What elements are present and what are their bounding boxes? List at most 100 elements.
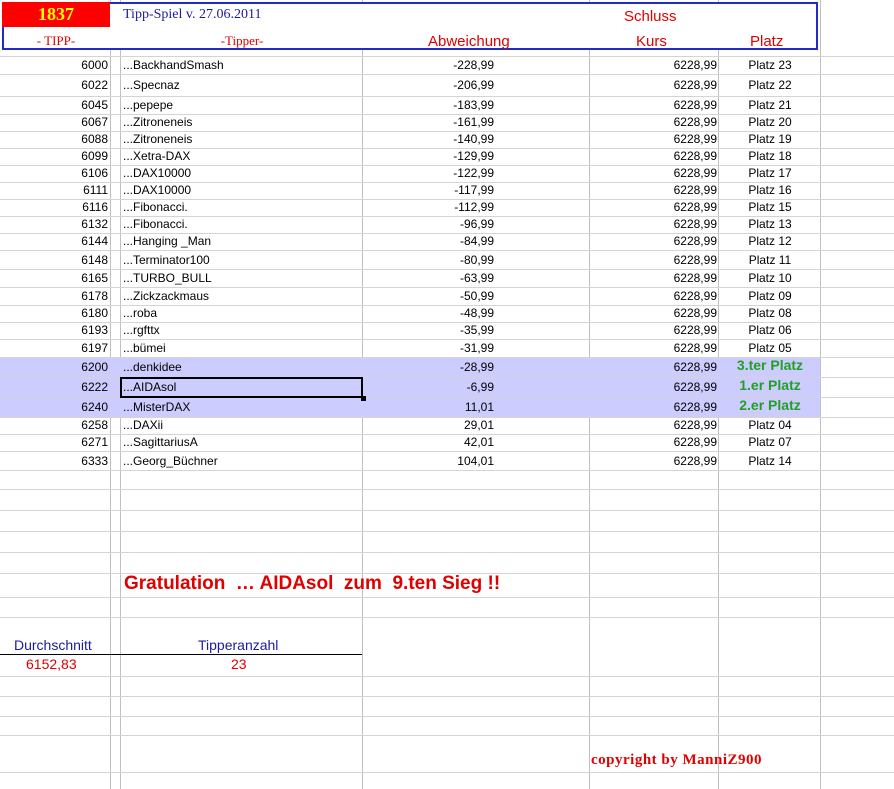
kurs-cell[interactable]: 6228,99: [590, 115, 717, 129]
platz-cell[interactable]: Platz 19: [720, 132, 820, 146]
platz-cell[interactable]: Platz 16: [720, 183, 820, 197]
platz-cell[interactable]: Platz 09: [720, 289, 820, 303]
abweichung-cell[interactable]: -228,99: [362, 58, 494, 72]
sheet-title[interactable]: Tipp-Spiel v. 27.06.2011: [123, 7, 261, 23]
column-header-platz[interactable]: Platz: [750, 33, 783, 50]
tipper-cell[interactable]: ...Fibonacci.: [123, 217, 188, 231]
tipp-cell[interactable]: 6197: [0, 341, 108, 355]
tipp-cell[interactable]: 6258: [0, 418, 108, 432]
active-cell-selection[interactable]: [120, 377, 363, 398]
kurs-cell[interactable]: 6228,99: [590, 183, 717, 197]
tipper-cell[interactable]: ...MisterDAX: [123, 400, 190, 414]
platz-cell[interactable]: Platz 14: [720, 454, 820, 468]
table-row[interactable]: 6088 ...Zitroneneis -140,99 6228,99 Plat…: [0, 131, 820, 148]
kurs-cell[interactable]: 6228,99: [590, 149, 717, 163]
tipper-cell[interactable]: ...TURBO_BULL: [123, 271, 212, 285]
abweichung-cell[interactable]: -84,99: [362, 234, 494, 248]
platz-cell[interactable]: Platz 10: [720, 271, 820, 285]
abweichung-cell[interactable]: -117,99: [362, 183, 494, 197]
platz-cell[interactable]: Platz 17: [720, 166, 820, 180]
tipp-cell[interactable]: 6000: [0, 58, 108, 72]
platz-cell[interactable]: Platz 06: [720, 323, 820, 337]
column-header-tipper[interactable]: -Tipper-: [122, 33, 362, 49]
kurs-cell[interactable]: 6228,99: [590, 400, 717, 414]
tipper-cell[interactable]: ...BackhandSmash: [123, 58, 224, 72]
tipp-cell[interactable]: 6193: [0, 323, 108, 337]
table-row[interactable]: 6271 ...SagittariusA 42,01 6228,99 Platz…: [0, 434, 820, 451]
tipper-count-label[interactable]: Tipperanzahl: [198, 637, 278, 653]
kurs-cell[interactable]: 6228,99: [590, 58, 717, 72]
abweichung-cell[interactable]: -112,99: [362, 200, 494, 214]
table-row[interactable]: 6197 ...bümei -31,99 6228,99 Platz 05: [0, 340, 820, 357]
table-row[interactable]: 6022 ...Specnaz -206,99 6228,99 Platz 22: [0, 77, 820, 94]
table-row[interactable]: 6148 ...Terminator100 -80,99 6228,99 Pla…: [0, 252, 820, 269]
tip-count-cell[interactable]: 1837: [2, 2, 110, 27]
kurs-cell[interactable]: 6228,99: [590, 234, 717, 248]
tipper-count-value[interactable]: 23: [231, 656, 247, 672]
tipper-cell[interactable]: ...rgfttx: [123, 323, 160, 337]
platz-cell[interactable]: Platz 04: [720, 418, 820, 432]
platz-cell[interactable]: Platz 12: [720, 234, 820, 248]
platz-cell[interactable]: Platz 15: [720, 200, 820, 214]
table-row[interactable]: 6111 ...DAX10000 -117,99 6228,99 Platz 1…: [0, 182, 820, 199]
tipper-cell[interactable]: ...Specnaz: [123, 78, 180, 92]
tipp-cell[interactable]: 6116: [0, 200, 108, 214]
abweichung-cell[interactable]: 104,01: [362, 454, 494, 468]
abweichung-cell[interactable]: -6,99: [362, 380, 494, 394]
tipper-cell[interactable]: ...Hanging _Man: [123, 234, 211, 248]
tipp-cell[interactable]: 6022: [0, 78, 108, 92]
kurs-cell[interactable]: 6228,99: [590, 360, 717, 374]
column-header-kurs[interactable]: Kurs: [636, 33, 667, 50]
kurs-cell[interactable]: 6228,99: [590, 166, 717, 180]
kurs-cell[interactable]: 6228,99: [590, 454, 717, 468]
platz-cell[interactable]: Platz 11: [720, 253, 820, 267]
table-row[interactable]: 6099 ...Xetra-DAX -129,99 6228,99 Platz …: [0, 148, 820, 165]
tipp-cell[interactable]: 6271: [0, 435, 108, 449]
kurs-cell[interactable]: 6228,99: [590, 200, 717, 214]
platz-cell[interactable]: Platz 13: [720, 217, 820, 231]
kurs-cell[interactable]: 6228,99: [590, 306, 717, 320]
tipp-cell[interactable]: 6106: [0, 166, 108, 180]
tipper-cell[interactable]: ...Zitroneneis: [123, 132, 192, 146]
table-row-podium[interactable]: 6240 ...MisterDAX 11,01 6228,99 2.er Pla…: [0, 397, 820, 417]
tipper-cell[interactable]: ...pepepe: [123, 98, 173, 112]
platz-cell-winner[interactable]: 3.ter Platz: [720, 357, 820, 373]
tipper-cell[interactable]: ...Zitroneneis: [123, 115, 192, 129]
tipper-cell[interactable]: ...Georg_Büchner: [123, 454, 218, 468]
kurs-cell[interactable]: 6228,99: [590, 78, 717, 92]
kurs-cell[interactable]: 6228,99: [590, 418, 717, 432]
table-row[interactable]: 6178 ...Zickzackmaus -50,99 6228,99 Plat…: [0, 288, 820, 305]
kurs-cell[interactable]: 6228,99: [590, 132, 717, 146]
kurs-cell[interactable]: 6228,99: [590, 380, 717, 394]
abweichung-cell[interactable]: -129,99: [362, 149, 494, 163]
platz-cell[interactable]: Platz 23: [720, 58, 820, 72]
abweichung-cell[interactable]: -31,99: [362, 341, 494, 355]
tipp-cell[interactable]: 6045: [0, 98, 108, 112]
kurs-cell[interactable]: 6228,99: [590, 253, 717, 267]
abweichung-cell[interactable]: -122,99: [362, 166, 494, 180]
tipp-cell[interactable]: 6088: [0, 132, 108, 146]
tipper-cell[interactable]: ...denkidee: [123, 360, 182, 374]
table-row[interactable]: 6333 ...Georg_Büchner 104,01 6228,99 Pla…: [0, 453, 820, 470]
abweichung-cell[interactable]: -48,99: [362, 306, 494, 320]
abweichung-cell[interactable]: -63,99: [362, 271, 494, 285]
table-row[interactable]: 6258 ...DAXii 29,01 6228,99 Platz 04: [0, 417, 820, 434]
tipper-cell[interactable]: ...Xetra-DAX: [123, 149, 190, 163]
abweichung-cell[interactable]: -140,99: [362, 132, 494, 146]
kurs-cell[interactable]: 6228,99: [590, 217, 717, 231]
table-row[interactable]: 6132 ...Fibonacci. -96,99 6228,99 Platz …: [0, 216, 820, 233]
tipper-cell[interactable]: ...Terminator100: [123, 253, 210, 267]
column-header-abweichung[interactable]: Abweichung: [428, 33, 510, 50]
platz-cell[interactable]: Platz 22: [720, 78, 820, 92]
table-row[interactable]: 6144 ...Hanging _Man -84,99 6228,99 Plat…: [0, 233, 820, 250]
table-row[interactable]: 6193 ...rgfttx -35,99 6228,99 Platz 06: [0, 322, 820, 339]
tipper-cell[interactable]: ...SagittariusA: [123, 435, 198, 449]
kurs-cell[interactable]: 6228,99: [590, 341, 717, 355]
abweichung-cell[interactable]: -161,99: [362, 115, 494, 129]
tipp-cell[interactable]: 6165: [0, 271, 108, 285]
platz-cell[interactable]: Platz 08: [720, 306, 820, 320]
tipper-cell[interactable]: ...DAX10000: [123, 183, 191, 197]
abweichung-cell[interactable]: -28,99: [362, 360, 494, 374]
tipp-cell[interactable]: 6067: [0, 115, 108, 129]
platz-cell[interactable]: Platz 21: [720, 98, 820, 112]
